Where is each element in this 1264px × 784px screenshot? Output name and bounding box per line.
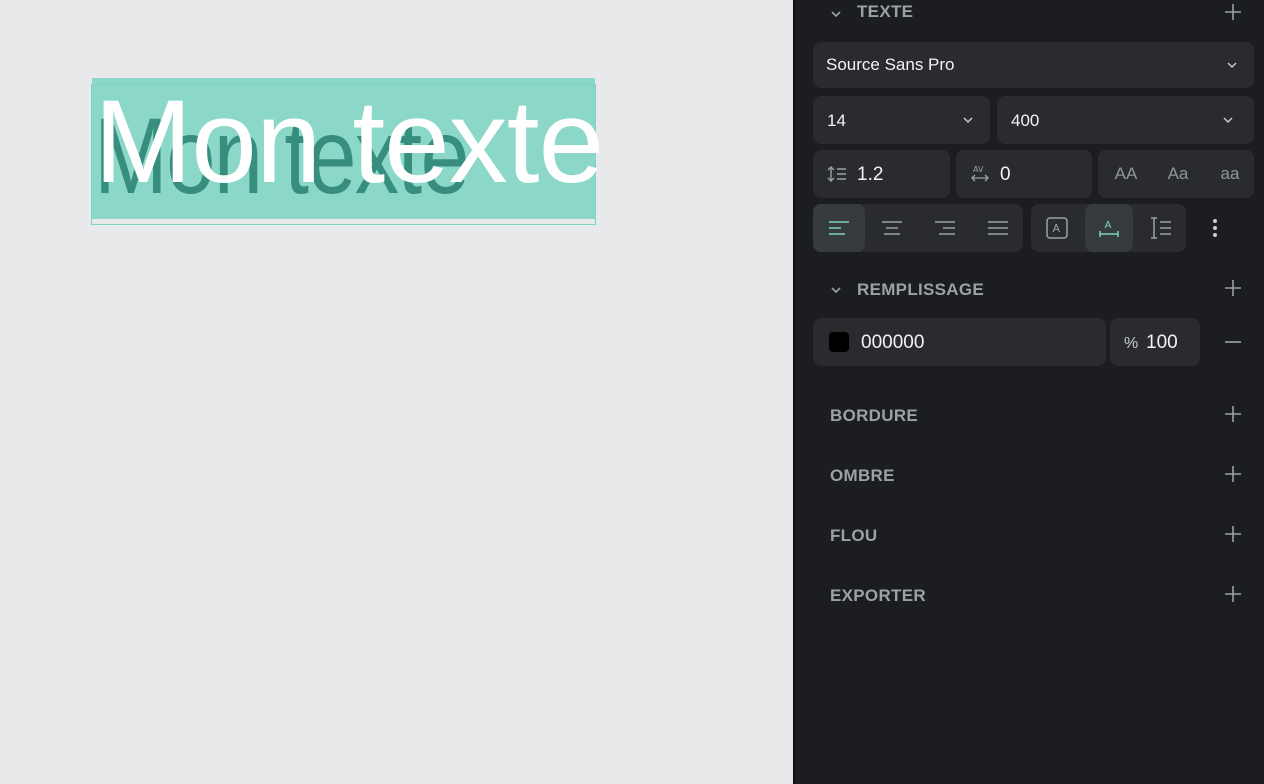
chevron-down-icon [963,117,973,124]
uppercase-button[interactable]: AA [1101,150,1151,198]
align-justify-icon [988,221,1008,235]
font-weight-select[interactable]: 400 [997,96,1254,144]
blur-section-header: FLOU [795,522,1264,550]
auto-width-button[interactable]: A [1085,204,1133,252]
fixed-text-box-icon: A [1046,217,1068,239]
text-section-header: TEXTE [795,0,1264,28]
letter-spacing-input[interactable]: AV 0 [956,150,1092,198]
more-options-icon[interactable] [1211,218,1219,238]
fixed-size-button[interactable]: A [1031,204,1083,252]
canvas[interactable]: Mon texte Mon texte [0,0,794,784]
align-right-icon [935,221,955,235]
selected-text-layer[interactable]: Mon texte Mon texte [91,77,604,225]
chevron-down-icon[interactable] [829,7,843,21]
add-text-icon[interactable] [1224,3,1242,21]
text-align-group [813,204,1023,252]
align-center-button[interactable] [866,204,918,252]
percent-sign: % [1124,335,1139,352]
auto-width-icon: A [1099,220,1119,237]
line-height-icon [827,166,846,182]
text-layer-content[interactable]: Mon texte [94,77,604,207]
shadow-section-title: OMBRE [830,466,895,485]
auto-height-button[interactable] [1135,204,1187,252]
titlecase-button[interactable]: Aa [1153,150,1203,198]
add-export-icon[interactable] [1224,585,1242,603]
add-shadow-icon[interactable] [1224,465,1242,483]
fill-color-input[interactable]: 000000 [813,318,1106,366]
text-section-title: TEXTE [857,2,914,21]
font-size-select[interactable]: 14 [813,96,990,144]
add-border-icon[interactable] [1224,405,1242,423]
align-left-button[interactable] [813,204,865,252]
fill-color-swatch[interactable] [829,332,849,352]
align-justify-button[interactable] [972,204,1024,252]
fill-hex-value: 000000 [861,332,925,353]
font-family-select[interactable]: Source Sans Pro [813,42,1254,88]
line-height-input[interactable]: 1.2 [813,150,950,198]
add-fill-icon[interactable] [1224,279,1242,297]
fill-section-title: REMPLISSAGE [857,280,985,299]
chevron-down-icon[interactable] [829,283,843,297]
shadow-section-header: OMBRE [795,462,1264,490]
export-section-header: EXPORTER [795,582,1264,610]
align-left-icon [829,221,849,235]
letter-spacing-icon: AV [971,165,989,182]
chevron-down-icon [1223,117,1233,124]
letter-spacing-value: 0 [1000,164,1011,185]
text-sizing-group: A A [1031,204,1186,252]
remove-fill-icon[interactable] [1224,333,1242,351]
border-section-header: BORDURE [795,402,1264,430]
text-case-group: AA Aa aa [1098,150,1254,198]
svg-text:A: A [1105,220,1112,231]
font-size-value: 14 [827,111,846,130]
font-weight-value: 400 [1011,111,1040,130]
chevron-down-icon [1227,62,1237,69]
blur-section-title: FLOU [830,526,878,545]
fill-opacity-value: 100 [1146,332,1178,353]
svg-text:A: A [1053,222,1061,235]
font-family-value: Source Sans Pro [826,55,955,74]
line-height-value: 1.2 [857,164,884,185]
svg-text:AV: AV [973,165,984,174]
border-section-title: BORDURE [830,406,919,425]
align-center-icon [882,221,902,235]
export-section-title: EXPORTER [830,586,926,605]
lowercase-button[interactable]: aa [1205,150,1255,198]
fill-opacity-input[interactable]: % 100 [1110,318,1200,366]
design-panel: TEXTE Source Sans Pro 14 400 1.2 AV 0 AA… [793,0,1264,784]
add-blur-icon[interactable] [1224,525,1242,543]
auto-height-icon [1151,217,1171,239]
fill-section-header: REMPLISSAGE [795,276,1264,304]
align-right-button[interactable] [919,204,971,252]
